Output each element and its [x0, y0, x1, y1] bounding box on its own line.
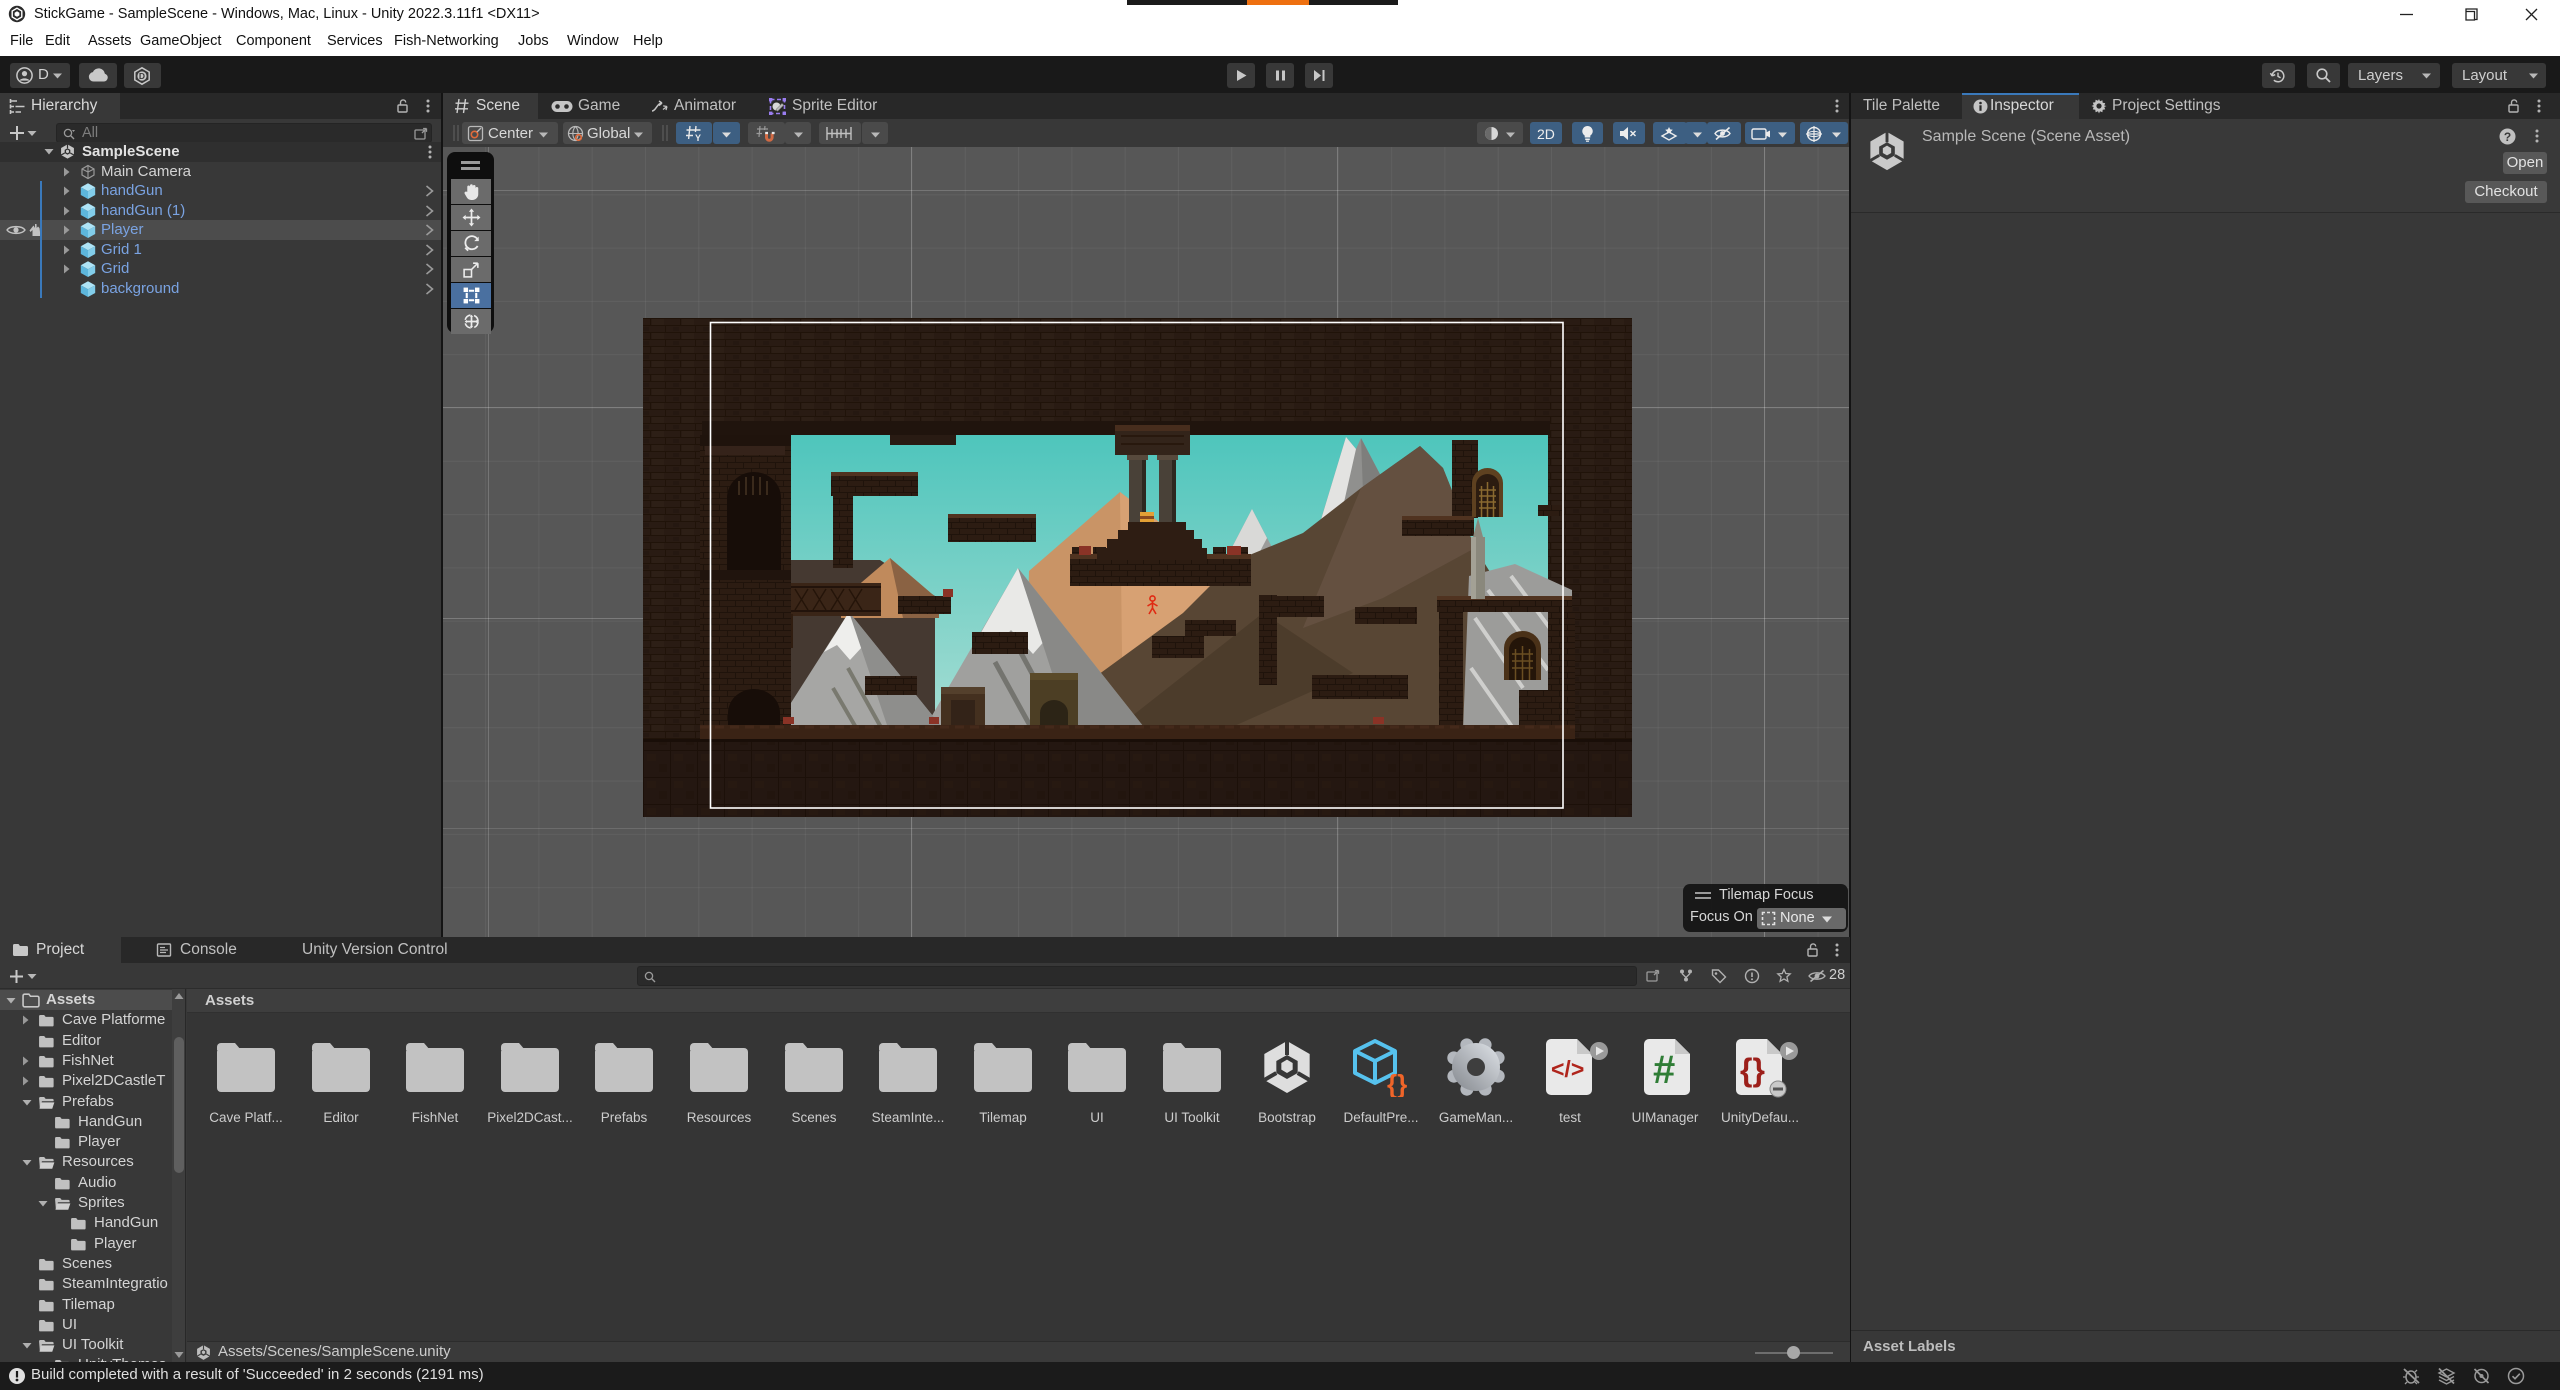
svg-text:Y: Y: [695, 133, 701, 143]
svg-text:{}: {}: [1740, 1052, 1765, 1088]
svg-text:?: ?: [2504, 130, 2511, 144]
svg-text:D: D: [139, 71, 145, 81]
svg-text:</>: </>: [1551, 1056, 1584, 1082]
svg-text:{}: {}: [1387, 1069, 1407, 1097]
svg-text:#: #: [1653, 1048, 1675, 1092]
